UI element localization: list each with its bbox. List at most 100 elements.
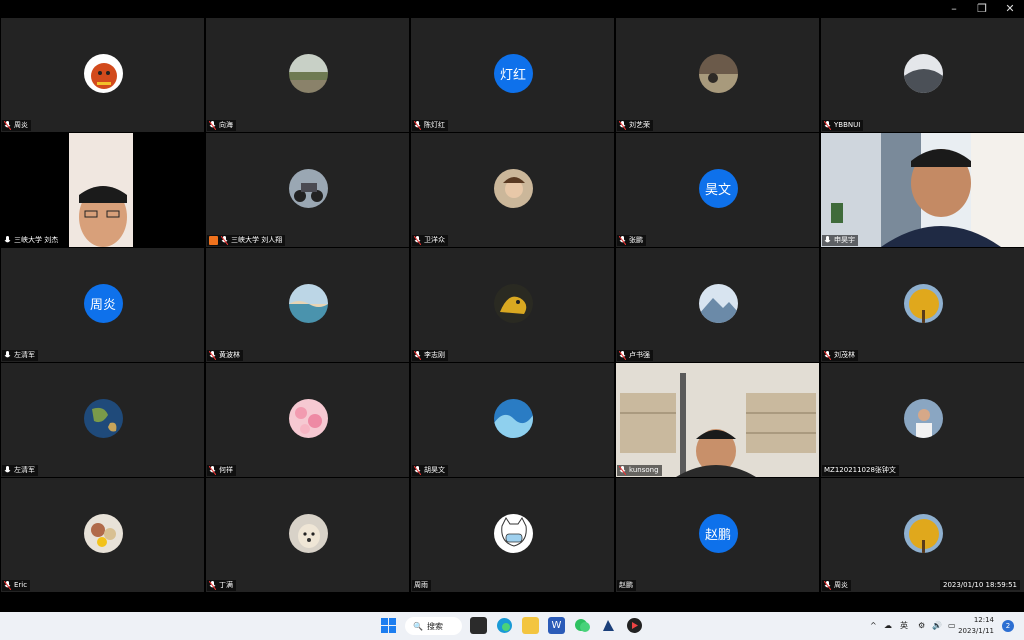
mic-muted-icon [619, 466, 626, 475]
participant-tile[interactable]: 刘茂林 [821, 248, 1024, 362]
recording-timestamp: 2023/01/10 18:59:51 [939, 580, 1020, 590]
settings-icon[interactable]: ⚙ [918, 612, 925, 640]
initials-avatar: 昊文 [698, 169, 738, 208]
blossom-avatar [288, 399, 328, 438]
participant-nameplate: 卢书强 [617, 350, 653, 361]
initials-avatar: 灯红 [493, 54, 533, 93]
participant-tile[interactable]: 黄波林 [206, 248, 409, 362]
participant-nameplate: 向海 [207, 120, 236, 131]
mic-muted-icon [209, 466, 216, 475]
minimize-button[interactable]: – [940, 0, 968, 17]
participant-name: 周雨 [414, 581, 428, 589]
participant-tile[interactable]: 三峡大学 刘人翔 [206, 133, 409, 247]
mic-muted-icon [824, 351, 831, 360]
app-icon[interactable] [600, 617, 617, 634]
cat-mask-avatar [493, 514, 533, 553]
participant-name: 周炎 [834, 581, 848, 589]
participant-name: 刘艺荣 [629, 121, 650, 129]
participant-tile[interactable]: 赵鹏 赵鹏 [616, 478, 819, 592]
landscape-avatar [288, 54, 328, 93]
gallery-grid: 周炎 向海 灯红 陈灯红 刘艺荣 YBBNUI 三峡大学 刘杰 三峡大学 刘人翔… [0, 17, 1024, 595]
participant-tile[interactable]: 向海 [206, 18, 409, 132]
mic-muted-icon [414, 236, 421, 245]
participant-tile[interactable]: 刘艺荣 [616, 18, 819, 132]
mic-muted-icon [619, 351, 626, 360]
mic-muted-icon [824, 121, 831, 130]
participant-nameplate: 何祥 [207, 465, 236, 476]
battery-icon[interactable]: ▭ [948, 612, 956, 640]
participant-nameplate: 申昊宇 [822, 235, 858, 246]
participant-nameplate: 周雨 [412, 580, 431, 591]
file-explorer-icon[interactable] [522, 617, 539, 634]
participant-tile[interactable]: 灯红 陈灯红 [411, 18, 614, 132]
person-avatar [903, 399, 943, 438]
ime-indicator[interactable]: 英 [900, 612, 908, 640]
media-player-icon[interactable] [626, 617, 643, 634]
clock-time: 12:14 [973, 616, 994, 624]
participant-name: 申昊宇 [834, 236, 855, 244]
participant-tile[interactable]: 左清军 [1, 363, 204, 477]
participant-tile[interactable]: 胡昊文 [411, 363, 614, 477]
mic-muted-icon [414, 466, 421, 475]
participant-name: 三峡大学 刘人翔 [231, 236, 283, 244]
participant-name: 左清军 [14, 351, 35, 359]
landscape-avatar [903, 54, 943, 93]
participant-tile[interactable]: MZ120211028张钟文 [821, 363, 1024, 477]
cloud-icon[interactable]: ☁ [884, 612, 892, 640]
participant-name: 黄波林 [219, 351, 240, 359]
mic-muted-icon [414, 351, 421, 360]
participant-name: 向海 [219, 121, 233, 129]
participant-nameplate: 三峡大学 刘杰 [2, 235, 62, 246]
cartoon-avatar [493, 169, 533, 208]
participant-tile[interactable]: 周炎 2023/01/10 18:59:51 [821, 478, 1024, 592]
participant-tile[interactable]: 卫洋众 [411, 133, 614, 247]
participant-tile[interactable]: Eric [1, 478, 204, 592]
word-icon[interactable]: W [548, 617, 565, 634]
close-button[interactable]: ✕ [996, 0, 1024, 17]
food-avatar [83, 514, 123, 553]
participant-tile[interactable]: 周炎 [1, 18, 204, 132]
wave-avatar [493, 399, 533, 438]
participant-name: YBBNUI [834, 121, 861, 129]
window-titlebar: – ❐ ✕ [0, 0, 1024, 17]
participant-nameplate: kunsong [617, 465, 662, 476]
participant-tile[interactable]: 丁满 [206, 478, 409, 592]
participant-tile[interactable]: 何祥 [206, 363, 409, 477]
notification-badge[interactable]: 2 [1002, 620, 1014, 632]
participant-nameplate: 卫洋众 [412, 235, 448, 246]
mic-muted-icon [4, 121, 11, 130]
participant-nameplate: 左清军 [2, 350, 38, 361]
participant-nameplate: 陈灯红 [412, 120, 448, 131]
participant-tile[interactable]: 李志刚 [411, 248, 614, 362]
participant-name: kunsong [629, 466, 659, 474]
mic-muted-icon [4, 581, 11, 590]
mic-muted-icon [824, 581, 831, 590]
participant-tile[interactable]: 周炎 左清军 [1, 248, 204, 362]
volume-icon[interactable]: 🔊 [932, 612, 942, 640]
mountain-avatar [698, 284, 738, 323]
participant-tile[interactable]: YBBNUI [821, 18, 1024, 132]
participant-video-tile[interactable]: 申昊宇 [821, 133, 1024, 247]
participant-nameplate: 张鹏 [617, 235, 646, 246]
taskbar-search[interactable]: 🔍 搜索 [405, 617, 462, 635]
webcam-video [821, 133, 1024, 247]
participant-video-tile[interactable]: 三峡大学 刘杰 [1, 133, 204, 247]
participant-name: MZ120211028张钟文 [824, 466, 896, 474]
maximize-button[interactable]: ❐ [968, 0, 996, 17]
participant-nameplate: 丁满 [207, 580, 236, 591]
wechat-icon[interactable] [574, 617, 591, 634]
participant-tile[interactable]: 昊文 张鹏 [616, 133, 819, 247]
participant-tile[interactable]: 卢书强 [616, 248, 819, 362]
mic-on-icon [4, 351, 11, 358]
taskbar-clock[interactable]: 12:14 2023/1/11 [958, 615, 994, 637]
participant-name: 左清军 [14, 466, 35, 474]
task-view-icon[interactable] [470, 617, 487, 634]
participant-name: 张鹏 [629, 236, 643, 244]
webcam-video [616, 363, 819, 477]
start-icon[interactable] [380, 617, 397, 634]
tray-chevron-icon[interactable]: ^ [870, 612, 877, 640]
edge-icon[interactable] [496, 617, 513, 634]
participant-tile[interactable]: 周雨 [411, 478, 614, 592]
photo-avatar [698, 54, 738, 93]
participant-video-tile[interactable]: kunsong [616, 363, 819, 477]
